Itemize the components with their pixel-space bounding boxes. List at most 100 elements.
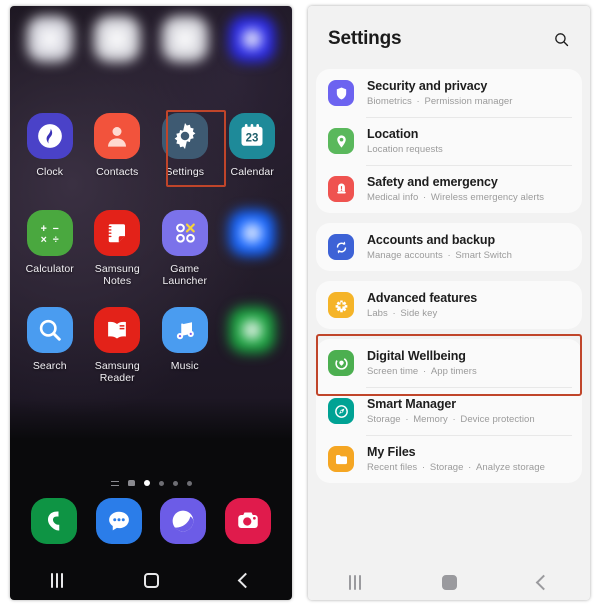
calendar-icon: 23 <box>229 113 276 159</box>
blurred-app-icon <box>229 210 276 256</box>
right-phone-frame: Settings Security and privacy Biometrics … <box>300 0 600 606</box>
settings-item-accounts-and-backup[interactable]: Accounts and backup Manage accounts · Sma… <box>316 223 582 271</box>
app-label: Samsung Notes <box>94 263 140 287</box>
app-clock[interactable]: Clock <box>16 107 84 200</box>
dock-app-messages[interactable] <box>95 498 142 544</box>
page-title: Settings <box>328 28 402 49</box>
samsung-notes-icon <box>94 210 141 256</box>
settings-item-subtitle: Biometrics · Permission manager <box>367 96 513 107</box>
settings-item-location[interactable]: Location Location requests <box>316 117 582 165</box>
page-dot[interactable] <box>143 480 150 486</box>
camera-icon <box>224 498 271 544</box>
settings-item-text: Smart Manager Storage · Memory · Device p… <box>367 396 535 426</box>
messages-icon <box>95 498 142 544</box>
recents-button[interactable] <box>50 572 63 588</box>
app-music[interactable]: Music <box>151 301 219 394</box>
recents-button[interactable] <box>348 574 361 590</box>
app-label: Calendar <box>230 166 274 178</box>
settings-item-text: Safety and emergency Medical info · Wirel… <box>367 174 544 204</box>
settings-item-security-and-privacy[interactable]: Security and privacy Biometrics · Permiss… <box>316 69 582 117</box>
app-samsung-notes[interactable]: Samsung Notes <box>84 204 152 297</box>
page-dot[interactable] <box>186 480 192 486</box>
home-nav-bar <box>10 560 292 600</box>
settings-item-subtitle: Recent files · Storage · Analyze storage <box>367 462 545 473</box>
location-pin-icon <box>328 128 354 154</box>
settings-item-safety-and-emergency[interactable]: Safety and emergency Medical info · Wirel… <box>316 165 582 213</box>
app-blurred-0-0[interactable] <box>16 10 84 103</box>
svg-text:23: 23 <box>246 132 259 144</box>
app-label: Samsung Reader <box>94 360 140 384</box>
settings-screen: Settings Security and privacy Biometrics … <box>308 6 590 600</box>
dock <box>10 498 292 544</box>
settings-item-title: Accounts and backup <box>367 233 495 247</box>
settings-item-text: Digital Wellbeing Screen time · App timer… <box>367 348 477 378</box>
app-label: Settings <box>165 166 205 178</box>
back-button[interactable] <box>238 572 254 588</box>
smart-manager-icon <box>328 398 354 424</box>
settings-item-subtitle: Storage · Memory · Device protection <box>367 414 535 425</box>
svg-text:×: × <box>40 234 46 246</box>
settings-item-smart-manager[interactable]: Smart Manager Storage · Memory · Device p… <box>316 387 582 435</box>
settings-item-title: My Files <box>367 445 416 459</box>
samsung-reader-icon <box>94 307 141 353</box>
app-label: Game Launcher <box>162 263 208 287</box>
page-dot[interactable] <box>172 480 178 486</box>
settings-item-advanced-features[interactable]: Advanced features Labs · Side key <box>316 281 582 329</box>
settings-item-subtitle: Labs · Side key <box>367 308 438 319</box>
settings-group-2: Advanced features Labs · Side key <box>316 281 582 329</box>
app-label <box>183 69 186 81</box>
settings-list[interactable]: Security and privacy Biometrics · Permiss… <box>308 69 590 600</box>
settings-item-text: My Files Recent files · Storage · Analyze… <box>367 444 545 474</box>
settings-item-my-files[interactable]: My Files Recent files · Storage · Analyze… <box>316 435 582 483</box>
app-blurred-0-3[interactable] <box>219 10 287 103</box>
app-contacts[interactable]: Contacts <box>84 107 152 200</box>
settings-item-title: Digital Wellbeing <box>367 349 466 363</box>
app-blurred-0-2[interactable] <box>151 10 219 103</box>
page-dot[interactable] <box>158 480 164 486</box>
app-label <box>116 69 119 81</box>
app-label: Contacts <box>96 166 139 178</box>
app-label: Calculator <box>25 263 74 275</box>
settings-item-digital-wellbeing[interactable]: Digital Wellbeing Screen time · App timer… <box>316 339 582 387</box>
settings-item-text: Location Location requests <box>367 126 443 156</box>
settings-item-text: Accounts and backup Manage accounts · Sma… <box>367 232 512 262</box>
advanced-features-icon <box>328 292 354 318</box>
app-blurred-3-3[interactable] <box>219 301 287 394</box>
home-button[interactable] <box>143 572 159 588</box>
game-launcher-icon <box>161 210 208 256</box>
app-list-indicator-icon[interactable] <box>110 480 119 486</box>
app-blurred-0-1[interactable] <box>84 10 152 103</box>
dock-app-phone[interactable] <box>31 498 78 544</box>
app-game-launcher[interactable]: Game Launcher <box>151 204 219 297</box>
settings-item-subtitle: Medical info · Wireless emergency alerts <box>367 192 545 203</box>
screenshot-stage: Clock Contacts Settings 23 Calendar + − × … <box>0 0 600 606</box>
clock-icon <box>26 113 73 159</box>
app-blurred-2-3[interactable] <box>219 204 287 297</box>
search-icon <box>26 307 73 353</box>
search-icon[interactable] <box>553 31 570 53</box>
blurred-app-icon <box>229 16 276 62</box>
home-button[interactable] <box>441 574 457 590</box>
page-indicator-dots[interactable] <box>10 480 292 486</box>
contacts-icon <box>94 113 141 159</box>
home-screen: Clock Contacts Settings 23 Calendar + − × … <box>10 6 292 600</box>
app-calendar[interactable]: 23 Calendar <box>219 107 287 200</box>
svg-text:÷: ÷ <box>53 234 59 246</box>
back-button[interactable] <box>536 574 552 590</box>
sync-refresh-icon <box>328 234 354 260</box>
app-grid: Clock Contacts Settings 23 Calendar + − × … <box>10 10 292 394</box>
emergency-siren-icon <box>328 176 354 202</box>
app-calculator[interactable]: + − × ÷ Calculator <box>16 204 84 297</box>
app-label: Search <box>32 360 67 372</box>
app-settings[interactable]: Settings <box>151 107 219 200</box>
settings-header: Settings <box>308 6 590 69</box>
app-search[interactable]: Search <box>16 301 84 394</box>
home-page-indicator-icon[interactable] <box>127 480 135 486</box>
music-icon <box>161 307 208 353</box>
settings-item-title: Smart Manager <box>367 397 457 411</box>
shield-icon <box>328 80 354 106</box>
app-samsung-reader[interactable]: Samsung Reader <box>84 301 152 394</box>
dock-app-camera[interactable] <box>224 498 271 544</box>
dock-app-internet[interactable] <box>160 498 207 544</box>
left-phone-frame: Clock Contacts Settings 23 Calendar + − × … <box>0 0 300 606</box>
